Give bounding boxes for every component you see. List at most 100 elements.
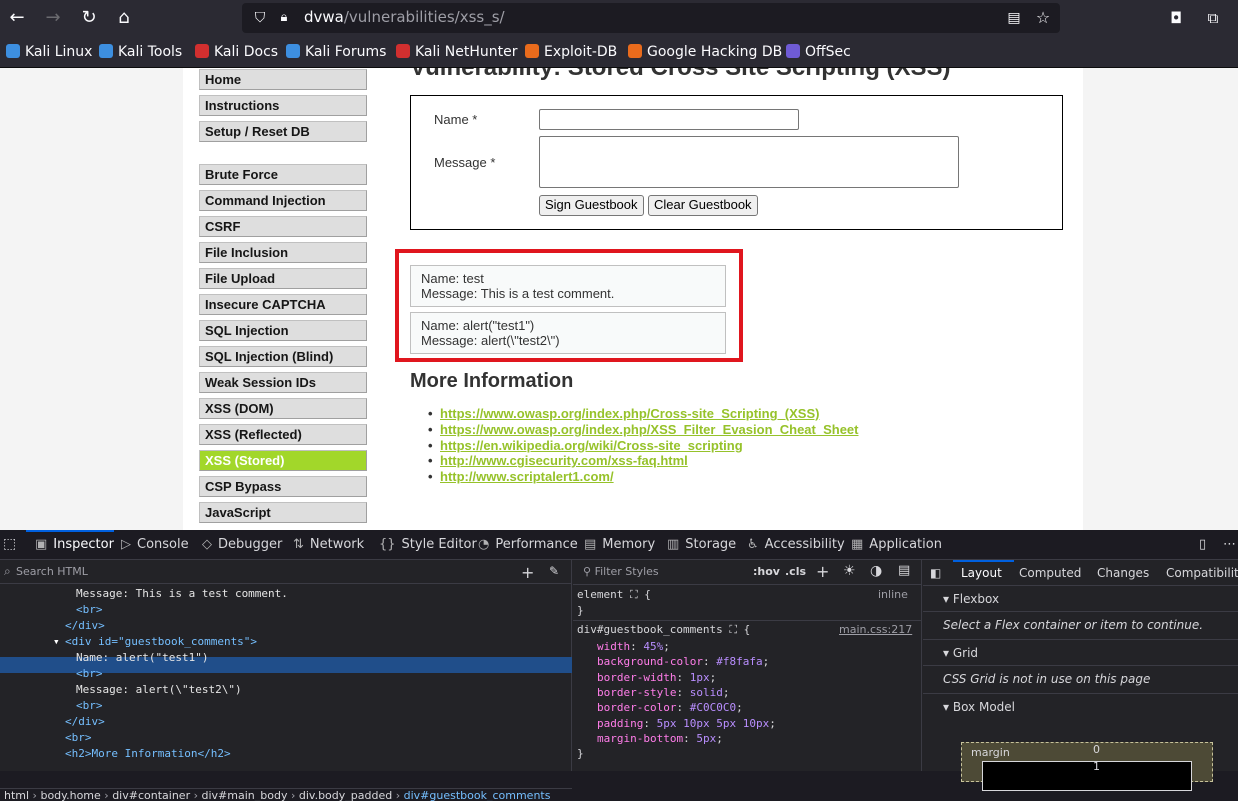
css-declaration[interactable]: border-color: #C0C0C0; [597,701,743,714]
external-link[interactable]: https://en.wikipedia.org/wiki/Cross-site… [428,438,859,454]
back-icon[interactable]: ← [5,6,29,30]
shield-icon[interactable]: ⛉ [248,6,272,30]
breadcrumb-item[interactable]: div#guestbook_comments [404,789,551,801]
html-node-line[interactable]: <h2>More Information</h2> [65,746,231,762]
css-declaration[interactable]: width: 45%; [597,640,670,653]
tab-console[interactable]: ▷ Console [121,537,189,552]
breadcrumb-item[interactable]: div.body_padded [299,789,392,801]
html-node-line[interactable]: </div> [65,618,105,634]
breadcrumb-item[interactable]: div#container [112,789,190,801]
box-model-section-header[interactable]: ▾ Box Model [923,694,1238,720]
bookmark-google-hacking-db[interactable]: Google Hacking DB [628,44,782,60]
menu-item[interactable]: Command Injection [199,190,367,211]
message-textarea[interactable] [539,136,959,188]
light-mode-icon[interactable]: ☀ [843,563,856,579]
menu-item[interactable]: Brute Force [199,164,367,185]
css-declaration[interactable]: padding: 5px 10px 5px 10px; [597,717,776,730]
menu-item[interactable]: XSS (Stored) [199,450,367,471]
bookmark-star-icon[interactable]: ☆ [1031,6,1055,30]
add-node-icon[interactable]: + [521,563,534,582]
filter-styles-input[interactable]: ⚲ Filter Styles [583,565,659,578]
html-node-line[interactable]: <br> [76,698,103,714]
print-media-icon[interactable]: ▤ [898,563,910,578]
tab-layout[interactable]: Layout [961,566,1002,580]
css-declaration[interactable]: border-width: 1px; [597,671,716,684]
menu-item[interactable]: Instructions [199,95,367,116]
menu-item[interactable]: File Upload [199,268,367,289]
tab-compatibility[interactable]: Compatibility [1166,566,1238,580]
breadcrumb-item[interactable]: html [4,789,29,801]
bookmark-kali-docs[interactable]: Kali Docs [195,44,278,60]
menu-item[interactable]: XSS (DOM) [199,398,367,419]
tab-memory[interactable]: ▤ Memory [584,537,655,552]
html-node-line[interactable]: Message: alert(\"test2\") [76,682,242,698]
flexbox-section-header[interactable]: ▾ Flexbox [923,586,1238,612]
html-node-line[interactable]: <br> [65,730,92,746]
css-declaration[interactable]: margin-bottom: 5px; [597,732,723,745]
bookmark-kali-forums[interactable]: Kali Forums [286,44,386,60]
menu-item[interactable]: JavaScript [199,502,367,523]
css-declaration[interactable]: background-color: #f8fafa; [597,655,769,668]
html-node-line[interactable]: <div id="guestbook_comments"> [65,634,257,650]
css-source-link[interactable]: main.css:217 [839,623,912,636]
menu-item[interactable]: SQL Injection (Blind) [199,346,367,367]
bookmark-kali-nethunter[interactable]: Kali NetHunter [396,44,517,60]
sign-guestbook-button[interactable]: Sign Guestbook [539,195,644,216]
css-declaration[interactable]: border-style: solid; [597,686,729,699]
home-icon[interactable]: ⌂ [112,6,136,30]
tab-computed[interactable]: Computed [1019,566,1081,580]
url-text[interactable]: dvwa/vulnerabilities/xss_s/ [304,8,505,26]
clear-guestbook-button[interactable]: Clear Guestbook [648,195,758,216]
bookmark-offsec[interactable]: OffSec [786,44,851,60]
tab-changes[interactable]: Changes [1097,566,1149,580]
dock-toggle-icon[interactable]: ▯ [1199,537,1206,552]
tab-network[interactable]: ⇅ Network [293,537,364,552]
reload-icon[interactable]: ↻ [77,6,101,30]
forward-icon[interactable]: → [41,6,65,30]
name-input[interactable] [539,109,799,130]
breadcrumb-item[interactable]: div#main_body [202,789,288,801]
expand-triangle-icon[interactable]: ▾ [53,634,60,650]
menu-item[interactable]: Home [199,69,367,90]
html-node-line[interactable]: </div> [65,714,105,730]
bookmark-kali-tools[interactable]: Kali Tools [99,44,182,60]
tab-style-editor[interactable]: {} Style Editor [379,537,477,552]
url-bar[interactable]: ⛉ 🔒︎ dvwa/vulnerabilities/xss_s/ ▤ ☆ [242,3,1060,33]
menu-item[interactable]: Insecure CAPTCHA [199,294,367,315]
reader-view-icon[interactable]: ▤ [1002,6,1026,30]
menu-item[interactable]: Setup / Reset DB [199,121,367,142]
border-top-value[interactable]: 1 [1093,760,1100,773]
search-html-input[interactable]: Search HTML [16,565,88,578]
html-node-line[interactable]: <br> [76,666,103,682]
element-picker-icon[interactable]: ⬚ [3,536,16,552]
class-toggle[interactable]: .cls [785,565,806,578]
new-rule-icon[interactable]: + [816,562,829,581]
menu-item[interactable]: SQL Injection [199,320,367,341]
external-link[interactable]: http://www.cgisecurity.com/xss-faq.html [428,453,859,469]
html-node-line[interactable]: Name: alert("test1") [76,650,208,666]
bookmark-exploit-db[interactable]: Exploit-DB [525,44,617,60]
dark-mode-icon[interactable]: ◑ [870,563,882,579]
tab-debugger[interactable]: ◇ Debugger [202,537,282,552]
extensions-icon[interactable]: ⧉ [1201,6,1225,30]
bookmark-kali-linux[interactable]: Kali Linux [6,44,92,60]
tab-performance[interactable]: ◔ Performance [478,537,578,552]
more-options-icon[interactable]: ⋯ [1223,537,1236,552]
html-node-line[interactable]: <br> [76,602,103,618]
margin-top-value[interactable]: 0 [1093,743,1100,756]
external-link[interactable]: https://www.owasp.org/index.php/XSS_Filt… [428,422,858,438]
tab-accessibility[interactable]: ♿ Accessibility [747,537,845,552]
tab-storage[interactable]: ▥ Storage [667,537,736,552]
eyedropper-icon[interactable]: ✎ [549,564,559,578]
html-node-line[interactable]: Message: This is a test comment. [76,586,288,602]
menu-item[interactable]: CSP Bypass [199,476,367,497]
menu-item[interactable]: CSRF [199,216,367,237]
tab-inspector[interactable]: ▣ Inspector [35,537,114,552]
external-link[interactable]: https://www.owasp.org/index.php/Cross-si… [428,406,859,422]
pocket-icon[interactable]: ◘ [1164,6,1188,30]
tab-application[interactable]: ▦ Application [851,537,942,552]
breadcrumb-item[interactable]: body.home [40,789,100,801]
sidebar-toggle-icon[interactable]: ◧ [930,566,941,580]
grid-section-header[interactable]: ▾ Grid [923,640,1238,666]
lock-icon[interactable]: 🔒︎ [272,6,296,30]
